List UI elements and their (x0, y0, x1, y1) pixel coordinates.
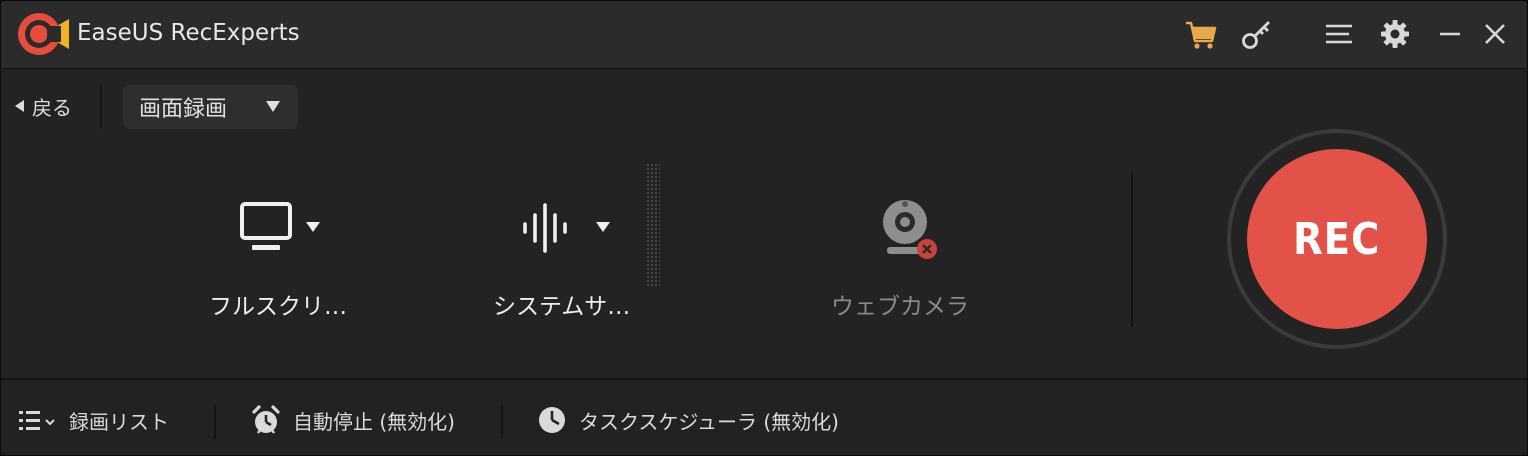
bottom-divider (214, 405, 216, 439)
screen-source-button[interactable]: フルスクリ… (201, 191, 371, 321)
auto-stop-label: 自動停止 (無効化) (293, 409, 455, 434)
record-list-button[interactable]: 録画リスト (17, 404, 169, 436)
back-button[interactable]: 戻る (15, 91, 72, 121)
rec-label: REC (1293, 213, 1381, 265)
webcam-disabled-icon (883, 200, 937, 259)
caret-down-icon (266, 101, 280, 112)
toolbar-divider (100, 85, 102, 129)
webcam-source-label: ウェブカメラ (831, 294, 969, 320)
clock-icon (539, 407, 565, 433)
back-label: 戻る (32, 95, 72, 120)
monitor-icon (240, 202, 292, 250)
mode-select-value: 画面録画 (139, 97, 228, 122)
cart-icon[interactable] (1183, 16, 1219, 52)
easeus-recexperts-logo (18, 13, 69, 55)
audio-dropdown-icon[interactable] (595, 221, 611, 233)
back-arrow-icon (15, 100, 24, 112)
alarm-clock-icon (252, 405, 280, 434)
audio-wave-icon (523, 203, 567, 253)
auto-stop-button[interactable]: 自動停止 (無効化) (251, 404, 455, 436)
list-icon (19, 411, 55, 430)
rec-button[interactable]: REC (1247, 149, 1427, 329)
audio-source-label: システムサ… (493, 294, 631, 320)
menu-icon[interactable] (1321, 16, 1357, 52)
close-icon[interactable] (1477, 16, 1513, 52)
gear-icon[interactable] (1377, 16, 1413, 52)
task-scheduler-button[interactable]: タスクスケジューラ (無効化) (537, 404, 839, 436)
mode-select[interactable]: 画面録画 (123, 85, 298, 129)
key-icon[interactable] (1239, 16, 1275, 52)
app-title: EaseUS RecExperts (77, 20, 300, 46)
webcam-source-button[interactable]: ウェブカメラ (821, 191, 991, 321)
bottom-divider (501, 405, 503, 439)
panel-drag-handle[interactable] (646, 163, 660, 287)
rec-divider (1131, 173, 1133, 327)
task-scheduler-label: タスクスケジューラ (無効化) (579, 409, 839, 434)
title-bar: EaseUS RecExperts (1, 1, 1527, 69)
screen-dropdown-icon[interactable] (305, 221, 321, 233)
app-window: EaseUS RecExperts 戻る 画面録画 フルスクリ… システムサ… … (0, 0, 1528, 456)
bottom-bar: 録画リスト 自動停止 (無効化) タスクスケジューラ (無効化) (1, 378, 1527, 455)
record-list-label: 録画リスト (69, 409, 169, 434)
screen-source-label: フルスクリ… (209, 294, 347, 320)
audio-source-button[interactable]: システムサ… (481, 191, 651, 321)
minimize-icon[interactable] (1431, 16, 1467, 52)
